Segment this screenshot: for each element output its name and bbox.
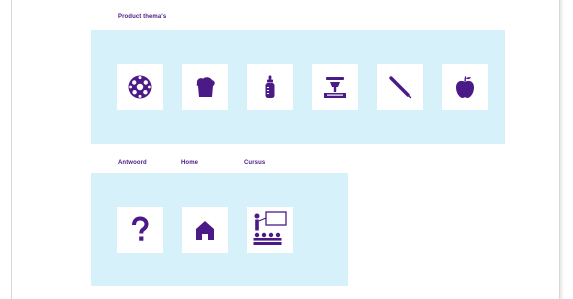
navigation-panel — [91, 173, 348, 286]
page: Product thema's Antwoord Home Cursus — [0, 0, 573, 299]
theme-tile-ball[interactable] — [117, 64, 163, 110]
kitchen-scale-icon — [324, 77, 346, 98]
theme-tile-bread[interactable] — [182, 64, 228, 110]
baby-bottle-icon — [265, 75, 275, 98]
home-tile[interactable] — [182, 207, 228, 253]
home-label: Home — [181, 160, 199, 166]
product-themes-label: Product thema's — [118, 14, 167, 20]
theme-tile-thermometer[interactable] — [377, 64, 423, 110]
theme-tile-apple[interactable] — [442, 64, 488, 110]
house-icon — [196, 221, 214, 240]
course-label: Cursus — [244, 160, 266, 166]
classroom-icon — [253, 211, 287, 245]
answer-label: Antwoord — [118, 160, 147, 166]
frame-shadow — [560, 0, 564, 299]
thermometer-icon — [389, 76, 412, 99]
answer-tile[interactable] — [117, 207, 163, 253]
ball-icon — [128, 75, 152, 99]
frame-left-border — [11, 0, 12, 299]
apple-icon — [456, 76, 474, 98]
question-mark-icon — [132, 216, 149, 241]
bread-icon — [196, 77, 215, 97]
theme-tile-kitchen-scale[interactable] — [312, 64, 358, 110]
theme-tile-baby-bottle[interactable] — [247, 64, 293, 110]
course-tile[interactable] — [247, 207, 293, 253]
product-themes-panel — [91, 30, 505, 144]
